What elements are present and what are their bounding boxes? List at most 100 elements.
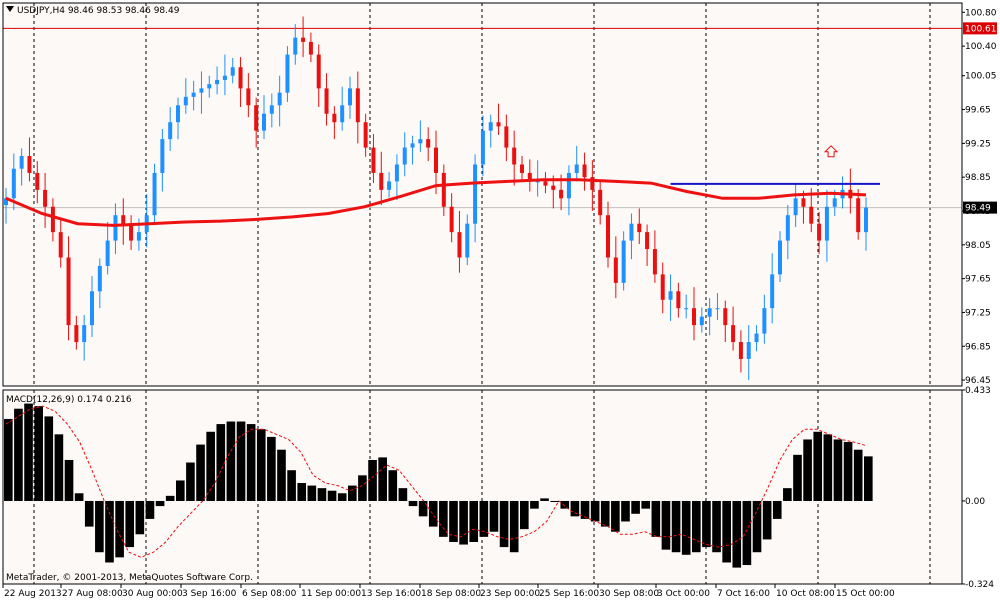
macd-label: MACD(12,26,9) 0.174 0.216: [6, 395, 132, 405]
macd-histogram-bar: [560, 500, 570, 509]
macd-histogram-bar: [509, 500, 519, 553]
candle-body: [176, 105, 180, 123]
candle-body: [207, 84, 212, 89]
macd-histogram-bar: [297, 483, 307, 501]
candle-body: [74, 325, 79, 343]
candle-body: [152, 172, 157, 216]
macd-histogram-bar: [54, 434, 64, 501]
x-tick-label: 13 Sep 16:00: [361, 589, 421, 599]
macd-histogram-bar: [287, 470, 296, 501]
x-tick-label: 3 Oct 00:00: [657, 589, 710, 599]
candle-body: [183, 96, 188, 106]
macd-histogram-bar: [540, 498, 549, 501]
candle-body: [402, 147, 407, 165]
candle-body: [379, 172, 384, 190]
macd-histogram-bar: [408, 500, 418, 507]
macd-histogram-bar: [692, 500, 701, 553]
candle-body: [793, 198, 798, 216]
macd-histogram-bar: [570, 500, 580, 517]
macd-histogram-bar: [317, 488, 327, 501]
macd-histogram-bar: [772, 500, 782, 519]
candle-body: [824, 206, 829, 241]
candle-body: [480, 130, 485, 165]
x-tick-label: 3 Sep 16:00: [182, 589, 237, 599]
y-tick-label: 96.85: [965, 342, 991, 352]
macd-histogram-bar: [84, 500, 94, 527]
macd-histogram-bar: [95, 500, 104, 553]
macd-histogram-bar: [722, 500, 731, 563]
candle-body: [864, 207, 868, 233]
y-tick-label: 99.65: [965, 106, 991, 116]
macd-histogram-bar: [24, 403, 33, 501]
candle-body: [543, 181, 548, 186]
macd-histogram-bar: [520, 500, 529, 530]
candle-body: [348, 88, 352, 106]
macd-histogram-bar: [712, 500, 721, 553]
candle-body: [43, 189, 48, 207]
symbol-header: USDJPY,H4 98.46 98.53 98.46 98.49: [17, 6, 180, 16]
candle-body: [410, 143, 415, 148]
x-tick-label: 25 Sep 16:00: [539, 589, 599, 599]
candle-body: [652, 249, 657, 275]
candle-body: [50, 206, 55, 233]
macd-histogram-bar: [226, 421, 236, 501]
candle-body: [340, 105, 345, 123]
macd-histogram-bar: [74, 493, 84, 501]
y-tick-label: 98.85: [965, 173, 991, 183]
candle-body: [809, 206, 814, 224]
candle-body: [684, 308, 689, 310]
macd-histogram-bar: [459, 500, 468, 545]
y-tick-label: 100.40: [965, 42, 997, 52]
macd-histogram-bar: [145, 500, 155, 519]
y-tick-label: 97.65: [965, 275, 991, 285]
macd-histogram-bar: [176, 480, 185, 501]
candle-body: [621, 240, 626, 283]
candle-body: [629, 223, 634, 241]
candle-body: [770, 274, 775, 309]
macd-histogram-bar: [64, 459, 74, 501]
macd-y-tick-label: 0.433: [965, 386, 991, 396]
candle-body: [35, 172, 40, 190]
current-price-label: 98.49: [965, 204, 991, 214]
y-tick-label: 96.45: [965, 376, 991, 386]
candle-body: [308, 41, 313, 55]
macd-histogram-bar: [823, 434, 833, 501]
candle-body: [738, 342, 743, 359]
candle-body: [293, 37, 298, 55]
candle-body: [606, 215, 610, 258]
macd-histogram-bar: [661, 500, 671, 550]
macd-histogram-bar: [358, 475, 367, 501]
candle-body: [262, 113, 266, 131]
candle-body: [238, 67, 243, 89]
candle-body: [832, 198, 837, 207]
macd-histogram-bar: [742, 500, 752, 566]
candle-body: [778, 240, 782, 275]
macd-histogram-bar: [611, 500, 620, 532]
macd-histogram-bar: [398, 488, 408, 501]
x-tick-label: 30 Sep 08:00: [599, 589, 659, 599]
candle-body: [66, 257, 71, 326]
candle-body: [785, 215, 790, 241]
x-tick-label: 6 Sep 08:00: [242, 589, 297, 599]
macd-histogram-bar: [864, 456, 873, 501]
y-tick-label: 97.25: [965, 308, 991, 318]
macd-histogram-bar: [216, 424, 226, 501]
x-tick-label: 22 Aug 2013: [4, 589, 62, 599]
candle-body: [136, 232, 141, 241]
macd-histogram-bar: [732, 500, 742, 568]
candle-body: [723, 308, 728, 326]
candle-body: [105, 240, 110, 266]
macd-histogram-bar: [196, 444, 205, 501]
candle-body: [856, 198, 861, 233]
candle-body: [645, 232, 650, 250]
candle-body: [371, 147, 376, 173]
x-tick-label: 11 Sep 00:00: [301, 589, 361, 599]
candle-body: [129, 223, 134, 241]
candle-body: [731, 325, 736, 343]
macd-histogram-bar: [489, 500, 499, 532]
candle-body: [394, 164, 399, 182]
macd-histogram-bar: [348, 485, 357, 501]
candle-body: [613, 257, 618, 283]
candle-body: [699, 316, 704, 326]
macd-histogram-bar: [267, 436, 276, 501]
